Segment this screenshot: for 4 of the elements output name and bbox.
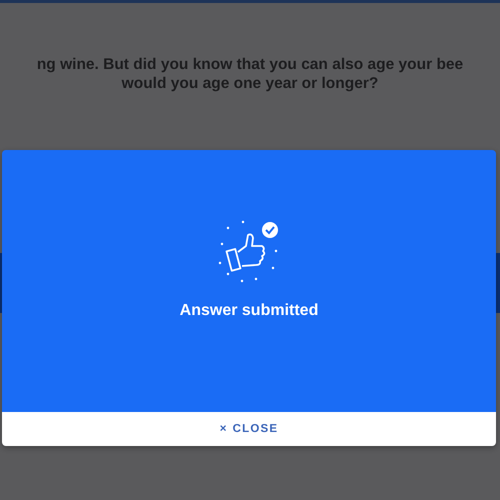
close-button[interactable]: × CLOSE	[214, 419, 284, 439]
question-text: ng wine. But did you know that you can also age your bee	[36, 55, 464, 74]
question-text: would you age one year or longer?	[122, 74, 378, 93]
status-message: Answer submitted	[180, 302, 318, 320]
